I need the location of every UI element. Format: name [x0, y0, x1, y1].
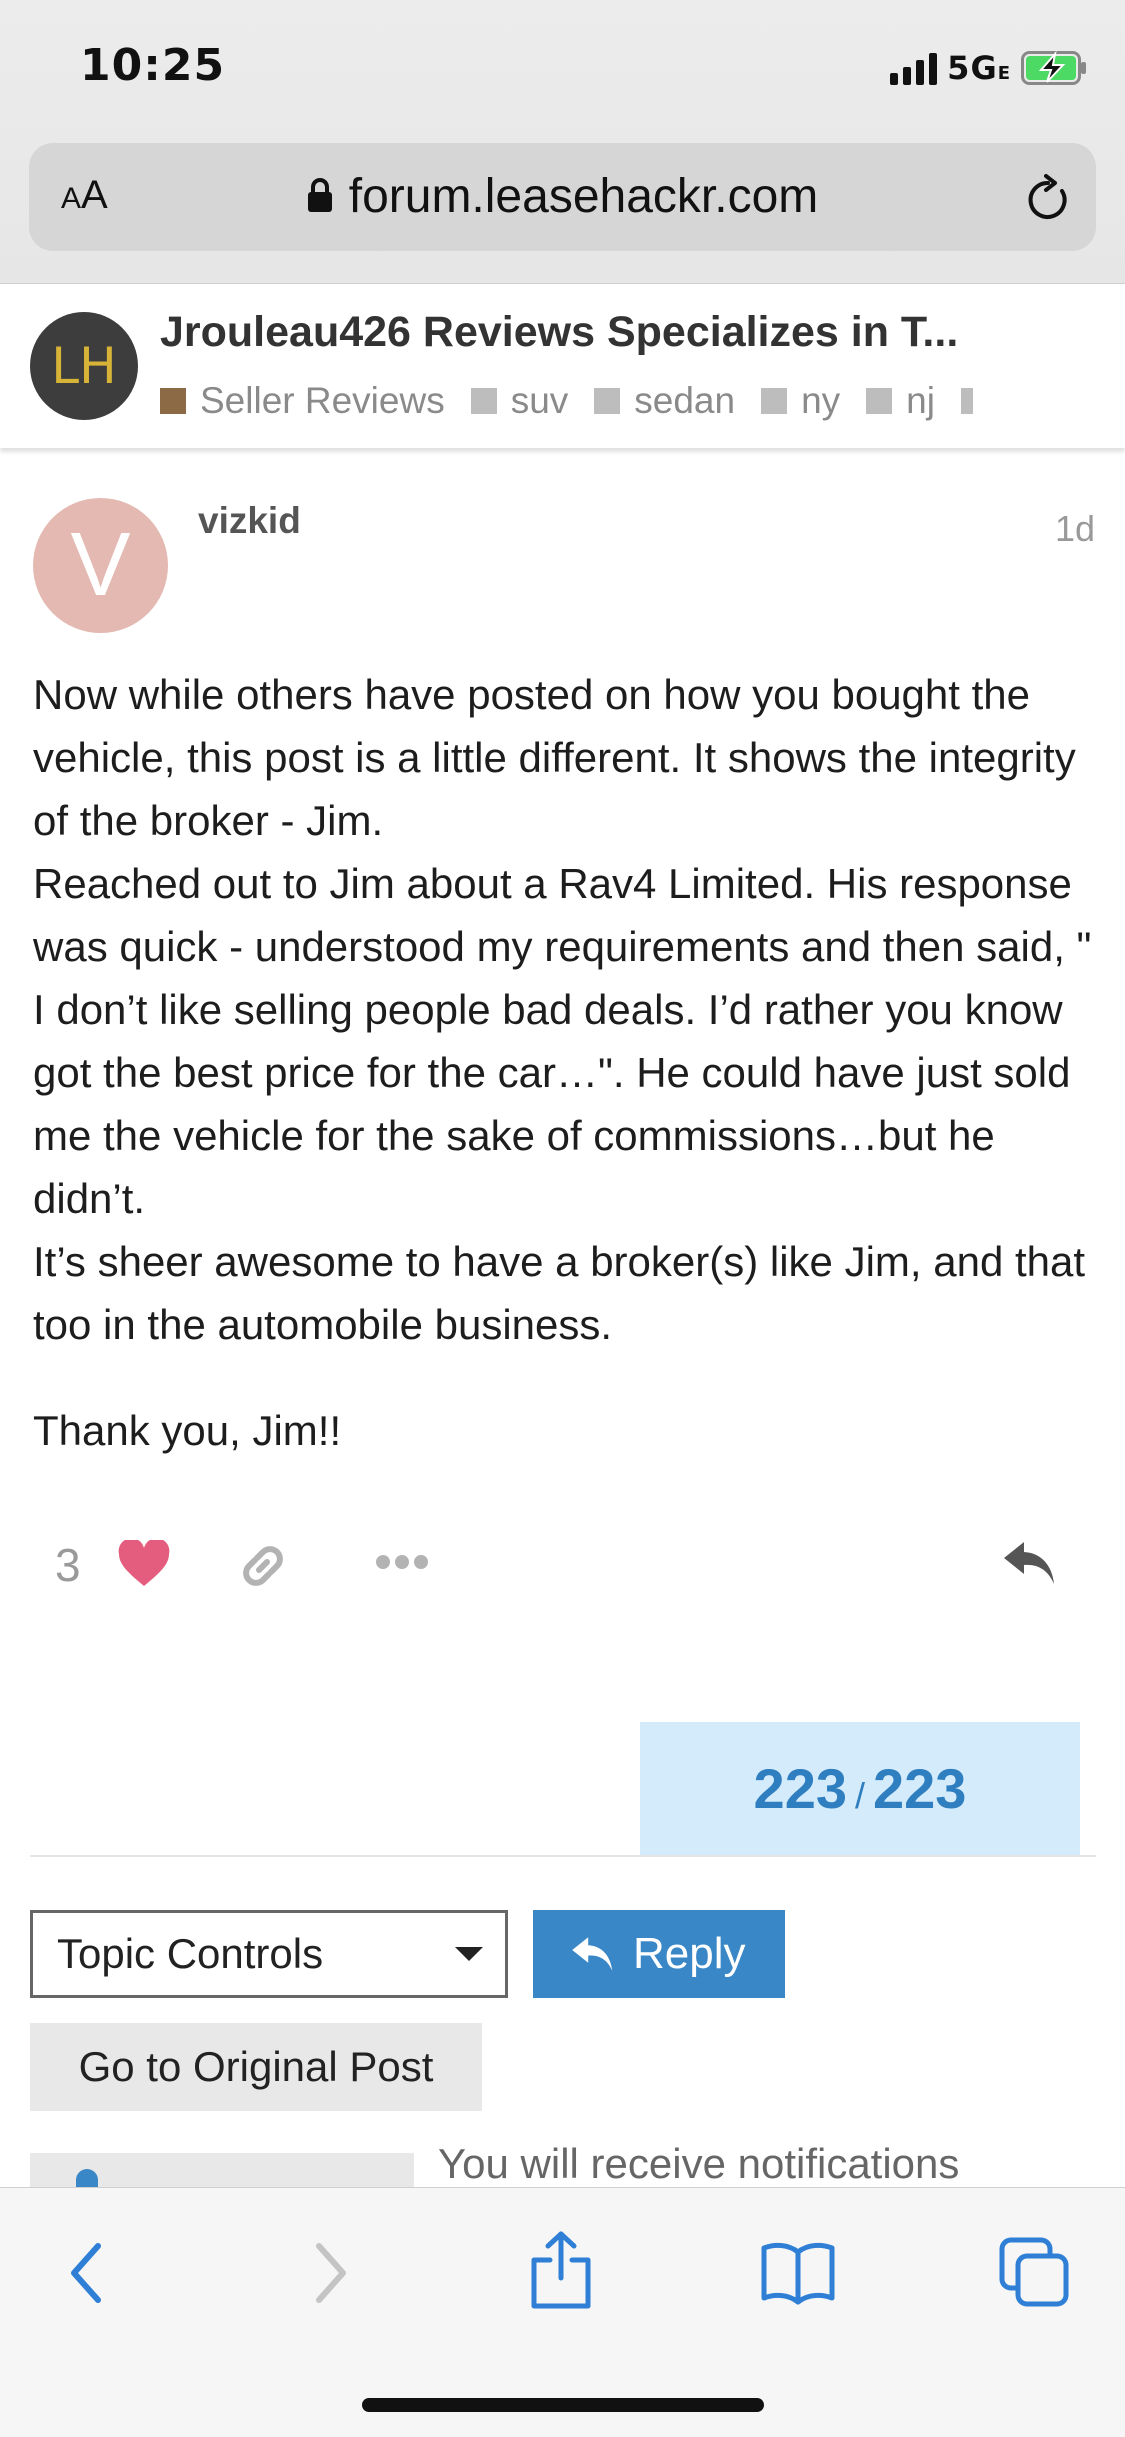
post-paragraph: It’s sheer awesome to have a broker(s) l…: [33, 1238, 1086, 1348]
reply-button[interactable]: Reply: [533, 1910, 785, 1998]
tag-swatch: [960, 388, 973, 414]
post-paragraph: Reached out to Jim about a Rav4 Limited.…: [33, 860, 1092, 1222]
divider: [30, 1855, 1096, 1857]
caret-down-icon: [455, 1947, 483, 1961]
tag-ny[interactable]: ny: [761, 380, 840, 422]
tag-swatch: [594, 388, 621, 414]
post-paragraph: Thank you, Jim!!: [33, 1407, 342, 1454]
topic-progress[interactable]: 223/223: [640, 1722, 1080, 1855]
tabs-icon[interactable]: [998, 2236, 1070, 2308]
browser-top-chrome: 10:25 5GE AA forum.leasehackr.com: [0, 0, 1125, 284]
reply-icon[interactable]: [1002, 1538, 1058, 1588]
more-options-icon[interactable]: [375, 1554, 429, 1570]
url-text: forum.leasehackr.com: [348, 170, 819, 223]
progress-separator: /: [854, 1775, 865, 1816]
post-age[interactable]: 1d: [1055, 508, 1095, 550]
topic-title[interactable]: Jrouleau426 Reviews Specializes in T...: [160, 308, 1080, 357]
post-username[interactable]: vizkid: [198, 500, 301, 542]
post-body: Now while others have posted on how you …: [33, 663, 1103, 1462]
like-count[interactable]: 3: [55, 1538, 81, 1592]
notification-description: You will receive notifications: [438, 2140, 960, 2187]
go-to-original-post-button[interactable]: Go to Original Post: [30, 2023, 482, 2111]
status-indicators: 5GE: [890, 48, 1087, 88]
signal-icon: [890, 51, 938, 85]
bookmarks-icon[interactable]: [760, 2240, 836, 2306]
tag-overflow: [960, 388, 987, 414]
tag-swatch: [470, 388, 497, 414]
battery-charging-icon: [1021, 51, 1086, 85]
reply-arrow-icon: [572, 1937, 613, 1971]
forward-icon[interactable]: [305, 2238, 355, 2308]
category-color-swatch: [160, 388, 186, 414]
heart-icon[interactable]: [117, 1540, 171, 1588]
topic-controls-label: Topic Controls: [57, 1930, 324, 1977]
link-icon[interactable]: [235, 1538, 291, 1594]
tag-swatch: [761, 388, 788, 414]
post-paragraph: Now while others have posted on how you …: [33, 671, 1076, 844]
avatar[interactable]: V: [33, 498, 168, 633]
share-icon[interactable]: [528, 2230, 594, 2310]
progress-total: 223: [873, 1757, 967, 1820]
topic-controls-select[interactable]: Topic Controls: [30, 1910, 508, 1998]
tag-suv[interactable]: suv: [470, 380, 568, 422]
address-bar[interactable]: AA forum.leasehackr.com: [29, 143, 1096, 251]
reload-icon[interactable]: [1024, 173, 1072, 223]
site-logo[interactable]: LH: [30, 312, 138, 420]
tag-swatch: [866, 388, 893, 414]
network-label: 5GE: [947, 49, 1011, 87]
topic-tags: Seller Reviews suv sedan ny nj: [160, 376, 1120, 426]
category-seller-reviews[interactable]: Seller Reviews: [160, 380, 445, 422]
lock-icon: [307, 178, 332, 213]
topic-header: LH Jrouleau426 Reviews Specializes in T.…: [0, 284, 1125, 448]
tag-nj[interactable]: nj: [866, 380, 935, 422]
url-field[interactable]: forum.leasehackr.com: [29, 169, 1096, 224]
status-time: 10:25: [80, 40, 226, 91]
reply-button-label: Reply: [633, 1929, 746, 1978]
home-indicator[interactable]: [362, 2398, 764, 2412]
back-icon[interactable]: [62, 2238, 112, 2308]
progress-current: 223: [753, 1757, 847, 1820]
post-actions: 3: [55, 1532, 1065, 1602]
tag-sedan[interactable]: sedan: [594, 380, 735, 422]
